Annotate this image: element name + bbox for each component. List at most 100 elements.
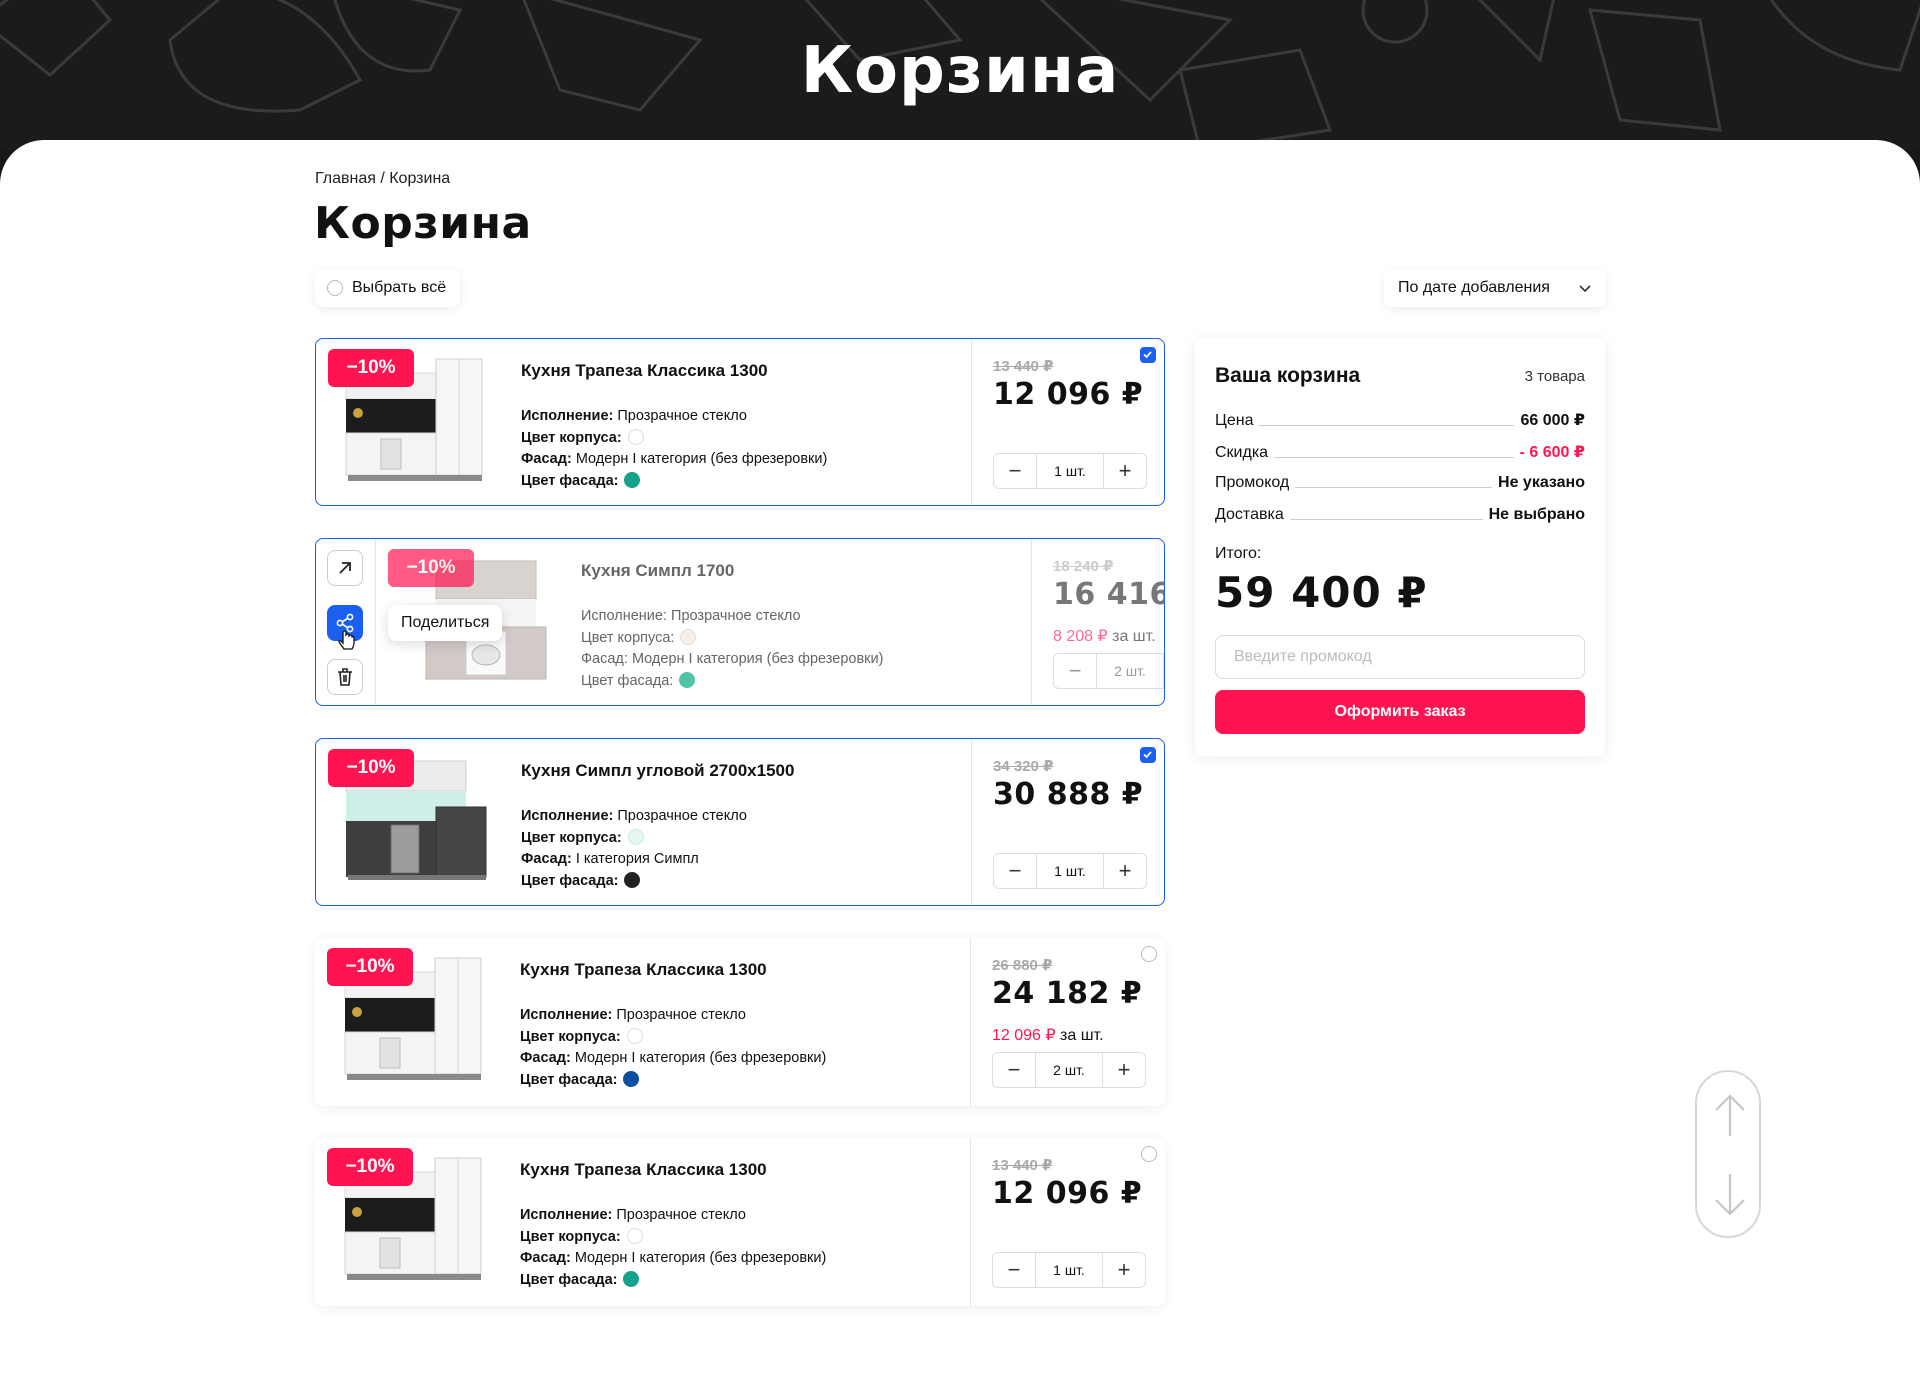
cart-item[interactable]: −10% Кухня Трапеза Классика 1300 Исполне… [315, 338, 1165, 506]
item-select-checkbox[interactable] [1140, 747, 1156, 763]
row-value: 66 000 ₽ [1520, 412, 1585, 429]
body-color-swatch [626, 1027, 643, 1044]
discount-badge: −10% [328, 349, 414, 387]
attr-label: Цвет фасада: [521, 472, 619, 489]
attr-label: Фасад: [520, 1050, 571, 1066]
attr-label: Цвет корпуса: [520, 1028, 621, 1045]
product-name[interactable]: Кухня Симпл угловой 2700х1500 [521, 761, 794, 781]
summary-row-discount: Скидка - 6 600 ₽ [1215, 442, 1585, 462]
unit-price-value: 12 096 ₽ [992, 1027, 1056, 1044]
unit-price-suffix: за шт. [1112, 628, 1156, 645]
cart-item[interactable]: −10% Кухня Симпл угловой 2700х1500 Испол… [315, 738, 1165, 906]
summary-row-delivery: Доставка Не выбрано [1215, 506, 1585, 524]
row-value: - 6 600 ₽ [1519, 444, 1585, 461]
decrease-button[interactable]: − [1054, 654, 1096, 688]
quantity-value[interactable]: 2 шт. [1035, 1053, 1103, 1087]
decrease-button[interactable]: − [994, 854, 1036, 888]
discount-badge: −10% [388, 549, 474, 587]
unit-price-value: 8 208 ₽ [1053, 628, 1108, 645]
increase-button[interactable]: + [1164, 654, 1165, 688]
product-name[interactable]: Кухня Трапеза Классика 1300 [521, 361, 768, 381]
attr-label: Фасад: [581, 651, 628, 667]
decrease-button[interactable]: − [993, 1253, 1035, 1287]
cart-summary: Ваша корзина 3 товара Цена 66 000 ₽ Скидк… [1195, 338, 1605, 756]
promo-code-input[interactable] [1215, 635, 1585, 679]
quantity-value[interactable]: 1 шт. [1035, 1253, 1103, 1287]
attr-label: Цвет фасада: [520, 1271, 618, 1288]
total-amount: 59 400 ₽ [1215, 568, 1428, 617]
page-title: Корзина [314, 198, 532, 249]
attr-label: Исполнение: [581, 608, 668, 624]
attr-label: Цвет корпуса: [521, 829, 622, 846]
attr-label: Фасад: [521, 851, 572, 867]
increase-button[interactable]: + [1103, 1053, 1145, 1087]
scroll-control [1695, 1070, 1761, 1238]
attr-label: Цвет корпуса: [581, 629, 675, 646]
share-tooltip: Поделиться [388, 605, 503, 641]
attr-execution: Прозрачное стекло [616, 1207, 746, 1223]
product-attributes: Исполнение: Прозрачное стекло Цвет корпу… [581, 606, 883, 692]
body-color-swatch [627, 828, 644, 845]
checkout-button[interactable]: Оформить заказ [1215, 690, 1585, 734]
attr-label: Цвет фасада: [521, 872, 619, 889]
dotted-leader [1259, 425, 1515, 426]
checkbox-circle[interactable] [327, 280, 343, 296]
cart-item-swiped[interactable]: Поделиться −10% Кухня Симпл 1700 Исполне… [315, 538, 1165, 706]
sort-dropdown[interactable]: По дате добавления [1384, 269, 1606, 307]
open-product-button[interactable] [327, 550, 363, 586]
facade-color-swatch [623, 1270, 640, 1287]
product-attributes: Исполнение: Прозрачное стекло Цвет корпу… [521, 406, 827, 492]
scroll-up-button[interactable] [1710, 1090, 1750, 1140]
attr-label: Цвет фасада: [581, 672, 674, 689]
row-value: Не выбрано [1488, 506, 1585, 523]
price: 24 182 ₽ [992, 976, 1143, 1011]
product-attributes: Исполнение: Прозрачное стекло Цвет корпу… [521, 806, 747, 892]
total-label: Итого: [1215, 545, 1262, 562]
body-color-swatch [680, 628, 697, 645]
quantity-value[interactable]: 1 шт. [1036, 454, 1104, 488]
quantity-stepper: − 1 шт. + [993, 453, 1147, 489]
body-color-swatch [626, 1227, 643, 1244]
increase-button[interactable]: + [1104, 454, 1146, 488]
select-all-checkbox[interactable]: Выбрать всё [315, 269, 461, 307]
decrease-button[interactable]: − [993, 1053, 1035, 1087]
dotted-leader [1295, 487, 1493, 488]
cart-item[interactable]: −10% Кухня Трапеза Классика 1300 Исполне… [315, 938, 1165, 1106]
trash-icon [338, 668, 352, 686]
cart-item[interactable]: −10% Кухня Трапеза Классика 1300 Исполне… [315, 1138, 1165, 1306]
price: 12 096 ₽ [993, 377, 1144, 412]
old-price: 34 320 ₽ [993, 758, 1054, 775]
decrease-button[interactable]: − [994, 454, 1036, 488]
dotted-leader [1289, 519, 1483, 520]
attr-facade: Модерн I категория (без фрезеровки) [574, 1250, 827, 1266]
row-label: Цена [1215, 412, 1254, 429]
chevron-down-icon [1579, 285, 1591, 293]
quantity-stepper: − 1 шт. + [992, 1252, 1146, 1288]
facade-color-swatch [624, 871, 641, 888]
unit-price: 12 096 ₽ за шт. [992, 1025, 1104, 1045]
item-select-checkbox[interactable] [1141, 1146, 1157, 1162]
attr-facade: Модерн I категория (без фрезеровки) [631, 651, 884, 667]
delete-button[interactable] [327, 659, 363, 695]
product-name[interactable]: Кухня Трапеза Классика 1300 [520, 1160, 767, 1180]
scroll-down-button[interactable] [1710, 1170, 1750, 1220]
increase-button[interactable]: + [1103, 1253, 1145, 1287]
product-name[interactable]: Кухня Симпл 1700 [581, 561, 734, 581]
item-select-checkbox[interactable] [1140, 347, 1156, 363]
row-label: Доставка [1215, 506, 1284, 523]
summary-row-price: Цена 66 000 ₽ [1215, 410, 1585, 430]
discount-badge: −10% [327, 948, 413, 986]
product-name[interactable]: Кухня Трапеза Классика 1300 [520, 960, 767, 980]
attr-label: Исполнение: [520, 1207, 613, 1223]
attr-label: Цвет корпуса: [520, 1228, 621, 1245]
hand-cursor-icon [338, 630, 355, 650]
attr-facade: Модерн I категория (без фрезеровки) [575, 451, 828, 467]
header-title: Корзина [800, 34, 1120, 108]
item-actions [316, 539, 376, 705]
item-select-checkbox[interactable] [1141, 946, 1157, 962]
quantity-value[interactable]: 1 шт. [1036, 854, 1104, 888]
product-attributes: Исполнение: Прозрачное стекло Цвет корпу… [520, 1205, 826, 1291]
quantity-value[interactable]: 2 шт. [1096, 654, 1164, 688]
breadcrumb[interactable]: Главная / Корзина [315, 170, 450, 188]
increase-button[interactable]: + [1104, 854, 1146, 888]
